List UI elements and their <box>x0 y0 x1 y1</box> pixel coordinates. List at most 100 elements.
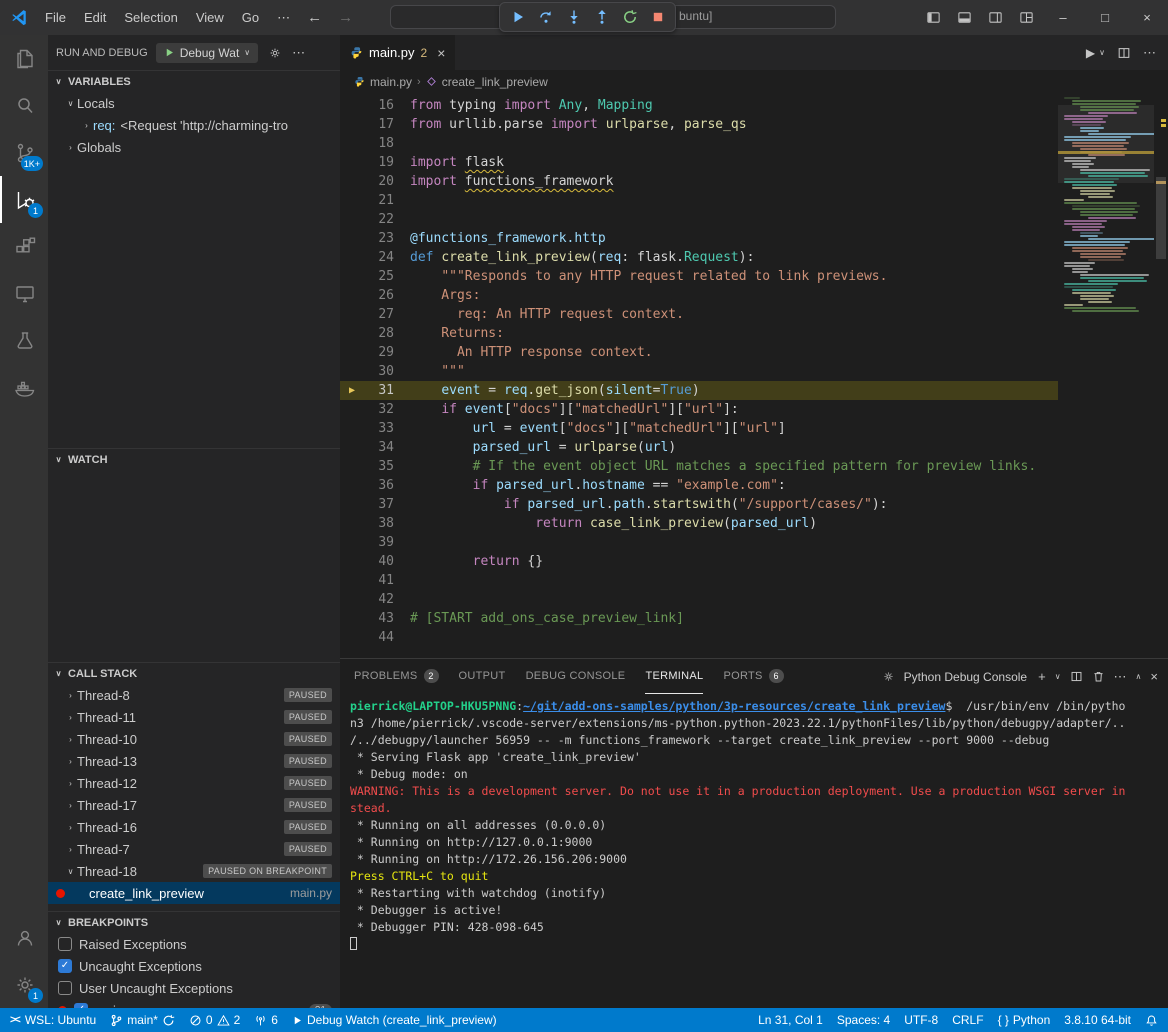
menu-selection[interactable]: Selection <box>115 0 186 35</box>
call-stack-thread-row[interactable]: › Thread-13 PAUSED <box>48 750 340 772</box>
activity-source-control[interactable]: 1K+ <box>0 129 48 176</box>
breadcrumb-symbol[interactable]: create_link_preview <box>442 75 548 89</box>
scrollbar-thumb[interactable] <box>1156 177 1166 259</box>
terminal-profile-label[interactable]: Python Debug Console <box>904 670 1027 684</box>
new-terminal-button[interactable]: + <box>1038 669 1046 684</box>
forward-arrow-icon[interactable]: → <box>330 9 361 26</box>
debug-status[interactable]: Debug Watch (create_link_preview) <box>292 1013 497 1027</box>
indentation-setting[interactable]: Spaces: 4 <box>837 1013 890 1027</box>
panel-tab[interactable]: OUTPUT <box>459 659 506 694</box>
activity-search[interactable] <box>0 82 48 129</box>
breakpoint-row[interactable]: ✓ main.py 31 <box>48 999 340 1008</box>
variables-header[interactable]: ∨ VARIABLES <box>48 70 340 92</box>
toggle-panel-icon[interactable] <box>949 10 980 25</box>
back-arrow-icon[interactable]: ← <box>299 9 330 26</box>
activity-remote-explorer[interactable] <box>0 270 48 317</box>
variables-globals-row[interactable]: › Globals <box>48 136 340 158</box>
breakpoint-checkbox[interactable] <box>58 981 72 995</box>
new-terminal-dropdown-icon[interactable]: ∨ <box>1055 672 1061 681</box>
customize-layout-icon[interactable] <box>1011 10 1042 25</box>
python-interpreter[interactable]: 3.8.10 64-bit <box>1064 1013 1131 1027</box>
step-into-button[interactable] <box>561 5 586 30</box>
panel-tab[interactable]: PROBLEMS 2 <box>354 659 439 694</box>
breakpoint-row[interactable]: User Uncaught Exceptions <box>48 977 340 999</box>
call-stack-thread-row[interactable]: › Thread-12 PAUSED <box>48 772 340 794</box>
panel-more-icon[interactable]: ⋯ <box>1114 669 1127 685</box>
activity-extensions[interactable] <box>0 223 48 270</box>
remote-indicator[interactable]: >< WSL: Ubuntu <box>10 1013 96 1027</box>
notifications-bell[interactable] <box>1145 1014 1158 1027</box>
kill-terminal-icon[interactable] <box>1092 670 1105 683</box>
call-stack-thread-row[interactable]: › Thread-11 PAUSED <box>48 706 340 728</box>
activity-run-and-debug[interactable]: 1 <box>0 176 48 223</box>
close-window-button[interactable]: × <box>1126 0 1168 35</box>
code-line: ▶31 event = req.get_json(silent=True) <box>340 381 1058 400</box>
debug-settings-gear-icon[interactable] <box>268 46 282 60</box>
language-mode[interactable]: { } Python <box>998 1013 1051 1027</box>
tab-main-py[interactable]: main.py 2 × <box>340 35 456 70</box>
sidebar-more-icon[interactable]: ⋯ <box>292 45 305 61</box>
menu-go[interactable]: Go <box>233 0 268 35</box>
stop-button[interactable] <box>645 5 670 30</box>
close-tab-icon[interactable]: × <box>437 45 445 61</box>
menu-more-icon[interactable]: ⋯ <box>268 0 299 35</box>
cursor-position[interactable]: Ln 31, Col 1 <box>758 1013 823 1027</box>
ports-indicator[interactable]: 6 <box>254 1013 278 1027</box>
close-panel-icon[interactable]: × <box>1150 669 1158 684</box>
start-debug-icon <box>164 47 175 58</box>
toggle-sidebar-icon[interactable] <box>918 10 949 25</box>
menu-view[interactable]: View <box>187 0 233 35</box>
split-editor-icon[interactable] <box>1117 46 1131 60</box>
continue-button[interactable] <box>505 5 530 30</box>
line-number: 22 <box>364 210 394 229</box>
call-stack-thread-row[interactable]: › Thread-8 PAUSED <box>48 684 340 706</box>
activity-docker[interactable] <box>0 364 48 411</box>
editor-more-icon[interactable]: ⋯ <box>1143 45 1156 61</box>
minimize-button[interactable]: – <box>1042 0 1084 35</box>
step-out-button[interactable] <box>589 5 614 30</box>
minimap[interactable] <box>1058 93 1154 658</box>
split-terminal-icon[interactable] <box>1070 670 1083 683</box>
activity-settings[interactable]: 1 <box>0 961 48 1008</box>
editor-scrollbar[interactable] <box>1154 93 1168 658</box>
restart-button[interactable] <box>617 5 642 30</box>
menu-file[interactable]: File <box>36 0 75 35</box>
editor-content[interactable]: 16from typing import Any, Mapping17from … <box>340 93 1058 658</box>
call-stack-thread-row[interactable]: › Thread-7 PAUSED <box>48 838 340 860</box>
encoding-setting[interactable]: UTF-8 <box>904 1013 938 1027</box>
breadcrumb-file[interactable]: main.py <box>370 75 412 89</box>
call-stack-thread-row[interactable]: › Thread-10 PAUSED <box>48 728 340 750</box>
run-dropdown-chevron-icon[interactable]: ∨ <box>1099 48 1105 57</box>
call-stack-thread-row[interactable]: › Thread-17 PAUSED <box>48 794 340 816</box>
call-stack-thread-row[interactable]: › Thread-16 PAUSED <box>48 816 340 838</box>
breakpoint-checkbox[interactable]: ✓ <box>58 959 72 973</box>
panel-tab[interactable]: TERMINAL <box>645 659 703 694</box>
maximize-button[interactable]: □ <box>1084 0 1126 35</box>
call-stack-frame-row[interactable]: create_link_preview main.py <box>48 882 340 904</box>
eol-setting[interactable]: CRLF <box>952 1013 983 1027</box>
menu-edit[interactable]: Edit <box>75 0 115 35</box>
branch-indicator[interactable]: main* <box>110 1013 175 1027</box>
activity-accounts[interactable] <box>0 914 48 961</box>
activity-explorer[interactable] <box>0 35 48 82</box>
panel-tab[interactable]: DEBUG CONSOLE <box>526 659 626 694</box>
variables-locals-row[interactable]: ∨ Locals <box>48 92 340 114</box>
activity-testing[interactable] <box>0 317 48 364</box>
call-stack-thread-row[interactable]: ∨ Thread-18 PAUSED ON BREAKPOINT <box>48 860 340 882</box>
call-stack-header[interactable]: ∨ CALL STACK <box>48 662 340 684</box>
variables-req-row[interactable]: › req: <Request 'http://charming-tro <box>48 114 340 136</box>
watch-header[interactable]: ∨ WATCH <box>48 448 340 470</box>
step-over-button[interactable] <box>533 5 558 30</box>
breakpoints-header[interactable]: ∨ BREAKPOINTS <box>48 911 340 933</box>
breakpoint-row[interactable]: Raised Exceptions <box>48 933 340 955</box>
call-stack-title: CALL STACK <box>68 668 137 680</box>
problems-indicator[interactable]: 0 2 <box>189 1013 240 1027</box>
debug-config-dropdown[interactable]: Debug Wat ∨ <box>156 43 258 63</box>
toggle-secondary-sidebar-icon[interactable] <box>980 10 1011 25</box>
breakpoint-checkbox[interactable] <box>58 937 72 951</box>
run-python-file-button[interactable]: ▶ <box>1086 46 1095 60</box>
terminal-output[interactable]: pierrick@LAPTOP-HKU5PNNG:~/git/add-ons-s… <box>350 698 1166 1003</box>
panel-tab[interactable]: PORTS 6 <box>723 659 783 694</box>
maximize-panel-icon[interactable]: ∧ <box>1136 672 1142 681</box>
breakpoint-row[interactable]: ✓ Uncaught Exceptions <box>48 955 340 977</box>
